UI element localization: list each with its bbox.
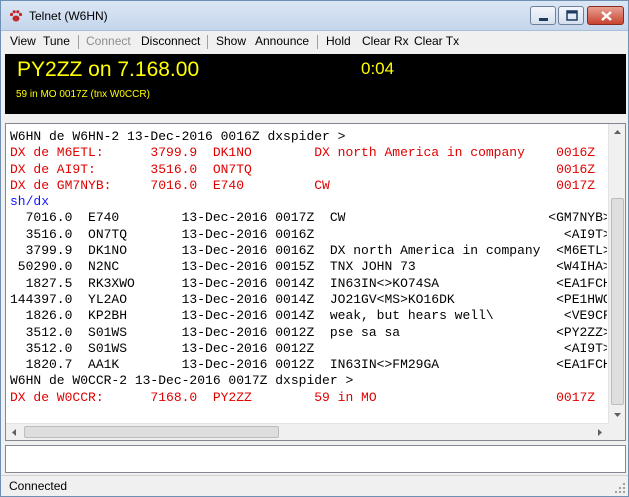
view-button[interactable]: View bbox=[10, 34, 36, 48]
resize-grip-icon[interactable] bbox=[614, 482, 626, 494]
vertical-scrollbar[interactable] bbox=[608, 124, 625, 423]
toolbar-separator bbox=[78, 35, 79, 49]
telnet-window: Telnet (W6HN) View Tune Connect Disconne… bbox=[0, 0, 629, 497]
maximize-icon bbox=[566, 10, 578, 21]
close-icon bbox=[601, 11, 612, 21]
vertical-scroll-thumb[interactable] bbox=[611, 198, 624, 405]
terminal-line: W6HN de W6HN-2 13-Dec-2016 0016Z dxspide… bbox=[10, 129, 346, 144]
announce-button[interactable]: Announce bbox=[255, 34, 309, 48]
terminal-lines: W6HN de W6HN-2 13-Dec-2016 0016Z dxspide… bbox=[10, 129, 607, 419]
scroll-left-icon[interactable] bbox=[6, 424, 23, 441]
terminal-output[interactable]: W6HN de W6HN-2 13-Dec-2016 0016Z dxspide… bbox=[5, 123, 626, 441]
command-input[interactable] bbox=[5, 445, 626, 473]
title-bar[interactable]: Telnet (W6HN) bbox=[1, 1, 628, 31]
terminal-line: 50290.0 N2NC 13-Dec-2016 0015Z TNX JOHN … bbox=[10, 259, 607, 275]
terminal-line: DX de AI9T: 3516.0 ON7TQ 0016Z bbox=[10, 161, 596, 177]
tune-button[interactable]: Tune bbox=[43, 34, 70, 48]
minimize-icon bbox=[539, 18, 548, 21]
terminal-line: DX de GM7NYB: 7016.0 E740 CW 0017Z bbox=[10, 177, 596, 193]
terminal-line: 3799.9 DK1NO 13-Dec-2016 0016Z DX north … bbox=[10, 243, 607, 259]
terminal-line: DX de W0CCR: 7168.0 PY2ZZ 59 in MO 0017Z bbox=[10, 389, 596, 405]
terminal-line: W6HN de W0CCR-2 13-Dec-2016 0017Z dxspid… bbox=[10, 373, 354, 389]
terminal-line: 1820.7 AA1K 13-Dec-2016 0012Z IN63IN<>FM… bbox=[10, 357, 607, 373]
terminal-line: 7016.0 E740 13-Dec-2016 0017Z CW <GM7NYB… bbox=[10, 210, 607, 226]
terminal-line: sh/dx bbox=[10, 194, 50, 210]
terminal-line: 3512.0 S01WS 13-Dec-2016 0012Z pse sa sa… bbox=[10, 324, 607, 340]
terminal-line: 3516.0 ON7TQ 13-Dec-2016 0016Z <AI9T> bbox=[10, 226, 607, 242]
scroll-up-icon[interactable] bbox=[609, 124, 626, 141]
spot-frequency: PY2ZZ on 7.168.00 bbox=[17, 58, 200, 81]
connect-button[interactable]: Connect bbox=[86, 34, 131, 48]
terminal-line: 1827.5 RK3XWO 13-Dec-2016 0014Z IN63IN<>… bbox=[10, 275, 607, 291]
paw-app-icon bbox=[9, 9, 23, 23]
horizontal-scrollbar[interactable] bbox=[6, 423, 608, 440]
clear-tx-button[interactable]: Clear Tx bbox=[414, 34, 459, 48]
status-bar: Connected bbox=[1, 475, 628, 496]
scrollbar-corner bbox=[608, 423, 625, 440]
toolbar-separator bbox=[207, 35, 208, 49]
toolbar-separator bbox=[317, 35, 318, 49]
terminal-line: DX de M6ETL: 3799.9 DK1NO DX north Ameri… bbox=[10, 145, 596, 161]
disconnect-button[interactable]: Disconnect bbox=[141, 34, 200, 48]
terminal-line: 3512.0 S01WS 13-Dec-2016 0012Z <AI9T> bbox=[10, 340, 607, 356]
clear-rx-button[interactable]: Clear Rx bbox=[362, 34, 409, 48]
hold-button[interactable]: Hold bbox=[326, 34, 351, 48]
spot-timer: 0:04 bbox=[361, 59, 395, 78]
minimize-button[interactable] bbox=[530, 6, 556, 25]
maximize-button[interactable] bbox=[558, 6, 584, 25]
terminal-line: 1826.0 KP2BH 13-Dec-2016 0014Z weak, but… bbox=[10, 308, 607, 324]
scroll-down-icon[interactable] bbox=[609, 406, 626, 423]
terminal-line: 144397.0 YL2AO 13-Dec-2016 0014Z JO21GV<… bbox=[10, 291, 607, 307]
connection-status: Connected bbox=[9, 479, 68, 493]
scroll-right-icon[interactable] bbox=[591, 424, 608, 441]
close-button[interactable] bbox=[587, 6, 624, 25]
horizontal-scroll-thumb[interactable] bbox=[24, 426, 279, 438]
show-button[interactable]: Show bbox=[216, 34, 246, 48]
frequency-display: PY2ZZ on 7.168.00 0:04 59 in MO 0017Z (t… bbox=[5, 54, 626, 114]
toolbar: View Tune Connect Disconnect Show Announ… bbox=[1, 32, 628, 52]
spot-comment: 59 in MO 0017Z (tnx W0CCR) bbox=[16, 89, 150, 100]
window-title: Telnet (W6HN) bbox=[29, 9, 108, 23]
